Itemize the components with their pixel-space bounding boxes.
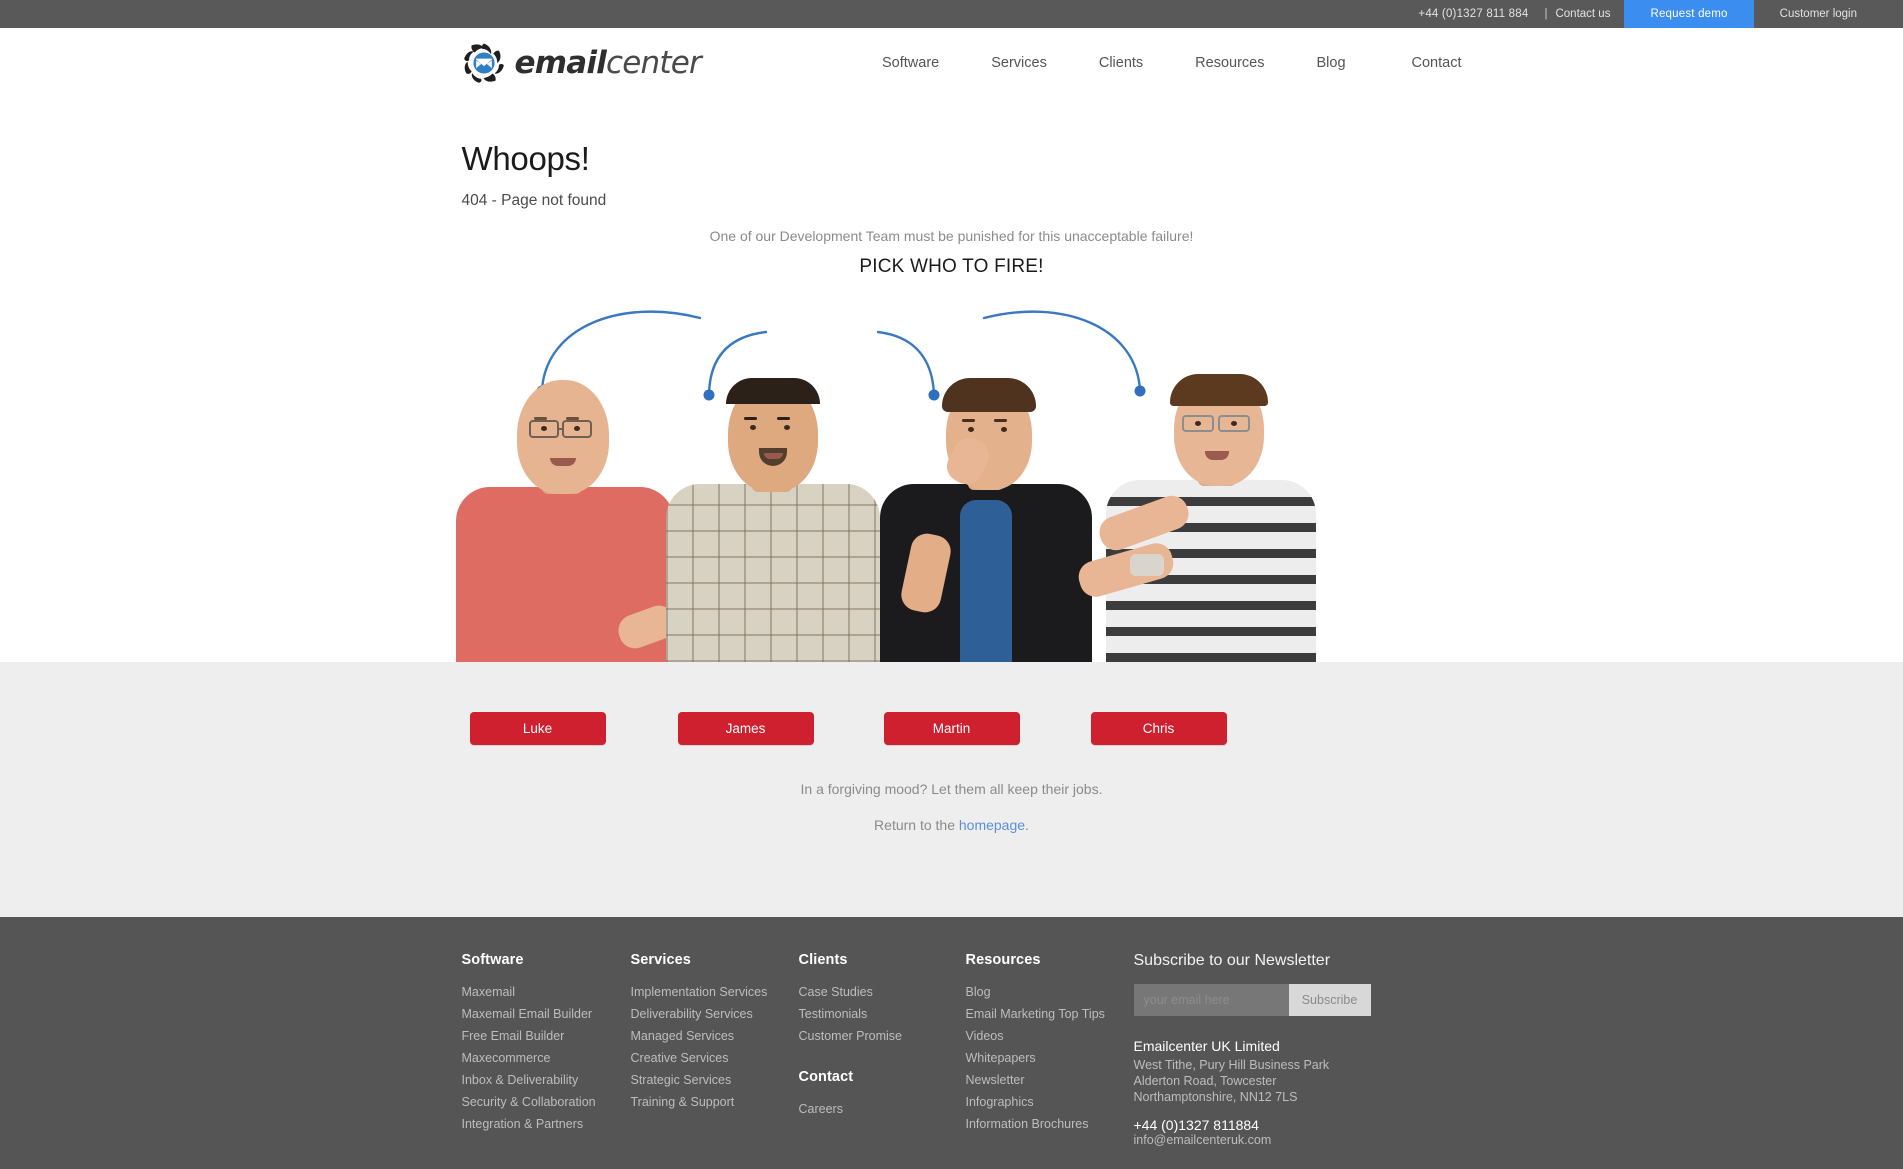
company-address-line-3: Northamptonshire, NN12 7LS — [1133, 1090, 1298, 1104]
footer-link-videos[interactable]: Videos — [966, 1025, 1134, 1047]
footer-column-services: Services Implementation Services Deliver… — [631, 952, 799, 1147]
footer-link-newsletter[interactable]: Newsletter — [966, 1069, 1134, 1091]
return-home-line: Return to the homepage. — [0, 817, 1903, 833]
page-title: Whoops! — [461, 140, 590, 177]
newsletter-title: Subscribe to our Newsletter — [1133, 952, 1331, 969]
top-utility-bar: +44 (0)1327 811 884 | Contact us Request… — [0, 0, 1903, 28]
site-footer: Software Maxemail Maxemail Email Builder… — [0, 917, 1903, 1169]
topbar-separator: | — [1544, 8, 1548, 20]
newsletter-email-input[interactable] — [1133, 984, 1289, 1016]
footer-link-implementation-services[interactable]: Implementation Services — [631, 981, 799, 1003]
footer-link-inbox-deliverability[interactable]: Inbox & Deliverability — [462, 1069, 631, 1091]
footer-link-managed-services[interactable]: Managed Services — [631, 1025, 799, 1047]
fire-button-luke[interactable]: Luke — [469, 712, 606, 745]
footer-link-free-email-builder[interactable]: Free Email Builder — [462, 1025, 631, 1047]
main-navigation: Software Services Clients Resources Blog… — [856, 55, 1462, 71]
fire-button-chris[interactable]: Chris — [1090, 712, 1227, 745]
team-photo-strip — [442, 327, 1462, 662]
footer-column-software: Software Maxemail Maxemail Email Builder… — [462, 952, 631, 1147]
footer-link-maxemail[interactable]: Maxemail — [462, 981, 631, 1003]
footer-link-maxemail-builder[interactable]: Maxemail Email Builder — [462, 1003, 631, 1025]
nav-item-resources[interactable]: Resources — [1169, 55, 1290, 71]
footer-link-integration-partners[interactable]: Integration & Partners — [462, 1113, 631, 1135]
swirl-logo-icon — [462, 41, 506, 85]
fire-button-martin[interactable]: Martin — [883, 712, 1020, 745]
request-demo-button[interactable]: Request demo — [1624, 0, 1754, 28]
footer-column-resources: Resources Blog Email Marketing Top Tips … — [966, 952, 1134, 1147]
homepage-link[interactable]: homepage — [959, 817, 1025, 833]
emailcenter-logo[interactable]: emailcenter — [462, 41, 702, 85]
footer-heading-resources: Resources — [965, 952, 1041, 968]
nav-item-services[interactable]: Services — [965, 55, 1073, 71]
fire-choice-band: Luke James Martin Chris In a forgiving m… — [0, 662, 1903, 917]
contact-us-link[interactable]: Contact us — [1555, 0, 1624, 28]
footer-link-deliverability-services[interactable]: Deliverability Services — [631, 1003, 799, 1025]
nav-item-contact[interactable]: Contact — [1372, 55, 1462, 71]
fire-button-james[interactable]: James — [677, 712, 814, 745]
footer-link-maxecommerce[interactable]: Maxecommerce — [462, 1047, 631, 1069]
footer-column-clients: Clients Case Studies Testimonials Custom… — [799, 952, 966, 1147]
footer-link-blog[interactable]: Blog — [966, 981, 1134, 1003]
footer-link-customer-promise[interactable]: Customer Promise — [799, 1025, 966, 1047]
nav-item-software[interactable]: Software — [856, 55, 965, 71]
person-chris-photo[interactable] — [1072, 362, 1322, 662]
footer-link-email-marketing-tips[interactable]: Email Marketing Top Tips — [966, 1003, 1134, 1025]
footer-link-training-support[interactable]: Training & Support — [631, 1091, 799, 1113]
fire-button-row: Luke James Martin Chris — [442, 662, 1462, 745]
footer-heading-services: Services — [630, 952, 691, 968]
newsletter-subscribe-button[interactable]: Subscribe — [1288, 984, 1371, 1016]
footer-link-whitepapers[interactable]: Whitepapers — [966, 1047, 1134, 1069]
error-code-text: 404 - Page not found — [461, 192, 607, 209]
footer-link-security-collaboration[interactable]: Security & Collaboration — [462, 1091, 631, 1113]
footer-heading-contact: Contact — [798, 1069, 854, 1085]
person-luke-photo[interactable] — [450, 362, 680, 662]
footer-column-newsletter: Subscribe to our Newsletter Subscribe Em… — [1133, 952, 1434, 1147]
person-martin-photo[interactable] — [872, 362, 1102, 662]
footer-link-case-studies[interactable]: Case Studies — [799, 981, 966, 1003]
forgiving-mood-text: In a forgiving mood? Let them all keep t… — [800, 781, 1103, 797]
footer-heading-software: Software — [461, 952, 524, 968]
customer-login-link[interactable]: Customer login — [1754, 0, 1903, 28]
company-phone: +44 (0)1327 811884 — [1133, 1117, 1259, 1133]
person-james-photo[interactable] — [660, 362, 890, 662]
return-suffix: . — [1025, 817, 1029, 833]
return-prefix: Return to the — [874, 817, 959, 833]
nav-item-clients[interactable]: Clients — [1073, 55, 1169, 71]
footer-link-infographics[interactable]: Infographics — [966, 1091, 1134, 1113]
company-name: Emailcenter UK Limited — [1133, 1038, 1280, 1054]
footer-heading-clients: Clients — [798, 952, 848, 968]
logo-wordmark: emailcenter — [514, 45, 702, 81]
site-header: emailcenter Software Services Clients Re… — [0, 28, 1903, 107]
company-address-line-1: West Tithe, Pury Hill Business Park — [1133, 1058, 1330, 1072]
nav-item-blog[interactable]: Blog — [1290, 55, 1371, 71]
company-address-line-2: Alderton Road, Towcester — [1133, 1074, 1277, 1088]
topbar-phone: +44 (0)1327 811 884 — [1418, 8, 1529, 20]
footer-link-creative-services[interactable]: Creative Services — [631, 1047, 799, 1069]
newsletter-form: Subscribe — [1133, 984, 1434, 1016]
footer-link-testimonials[interactable]: Testimonials — [799, 1003, 966, 1025]
company-email[interactable]: info@emailcenteruk.com — [1134, 1133, 1434, 1147]
error-hero-section: Whoops! 404 - Page not found One of our … — [0, 98, 1903, 662]
footer-link-careers[interactable]: Careers — [799, 1098, 966, 1120]
footer-link-strategic-services[interactable]: Strategic Services — [631, 1069, 799, 1091]
footer-link-information-brochures[interactable]: Information Brochures — [966, 1113, 1134, 1135]
